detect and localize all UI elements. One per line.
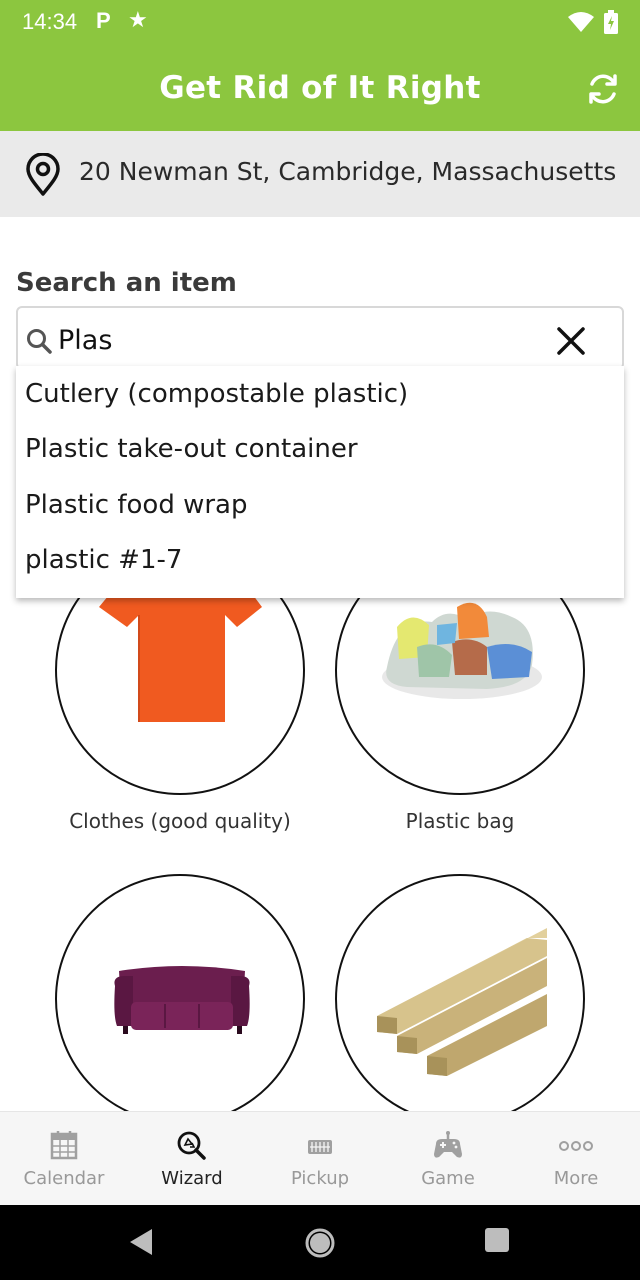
suggestion-item[interactable]: Cutlery (compostable plastic) — [25, 368, 408, 420]
suggestion-item[interactable]: Plastic food wrap — [25, 479, 248, 531]
search-suggestions: Cutlery (compostable plastic) Plastic ta… — [16, 366, 624, 598]
nav-label: Calendar — [23, 1168, 105, 1189]
recents-icon[interactable] — [484, 1227, 510, 1253]
battery-icon — [604, 10, 618, 34]
suggestion-item[interactable]: plastic #1-7 — [25, 534, 182, 586]
system-nav-bar — [0, 1205, 640, 1280]
back-icon[interactable] — [128, 1227, 154, 1257]
status-bar: 14:34 P ★ — [0, 0, 640, 44]
refresh-icon[interactable] — [584, 70, 622, 108]
item-grid: Clothes (good quality) Plastic bag — [0, 217, 640, 1111]
nav-game[interactable]: Game — [384, 1112, 512, 1206]
gamepad-icon — [434, 1131, 462, 1158]
item-label-plastic-bag: Plastic bag — [405, 809, 515, 833]
location-pin-icon — [26, 153, 60, 196]
nav-label: More — [553, 1168, 599, 1189]
suggestion-item[interactable]: Plastic take-out container — [25, 423, 358, 475]
item-label-clothes: Clothes (good quality) — [69, 809, 291, 833]
more-dots-icon — [559, 1141, 593, 1151]
nav-label: Game — [421, 1168, 475, 1189]
nav-label: Pickup — [290, 1168, 350, 1189]
nav-calendar[interactable]: Calendar — [0, 1112, 128, 1206]
status-time: 14:34 — [22, 9, 78, 34]
nav-label: Wizard — [161, 1168, 223, 1189]
app-bar: Get Rid of It Right — [0, 44, 640, 131]
item-lumber[interactable] — [335, 874, 585, 1111]
nav-pickup[interactable]: Pickup — [256, 1112, 384, 1206]
nav-more[interactable]: More — [512, 1112, 640, 1206]
purple-sofa-image — [114, 966, 250, 1034]
location-address: 20 Newman St, Cambridge, Massachusetts — [79, 157, 617, 186]
home-icon[interactable] — [304, 1227, 336, 1259]
bottom-nav: Calendar Wizard Pickup Game More — [0, 1111, 640, 1205]
wifi-icon — [568, 12, 594, 32]
item-sofa[interactable] — [55, 874, 305, 1111]
location-bar[interactable]: 20 Newman St, Cambridge, Massachusetts — [0, 131, 640, 217]
calendar-icon — [50, 1131, 78, 1160]
parking-icon: P — [96, 8, 111, 33]
star-icon: ★ — [128, 7, 148, 32]
app-title: Get Rid of It Right — [159, 70, 481, 106]
recycle-search-icon — [177, 1131, 206, 1160]
truck-icon — [308, 1140, 332, 1154]
nav-wizard[interactable]: Wizard — [128, 1112, 256, 1206]
lumber-planks-image — [377, 928, 547, 1076]
